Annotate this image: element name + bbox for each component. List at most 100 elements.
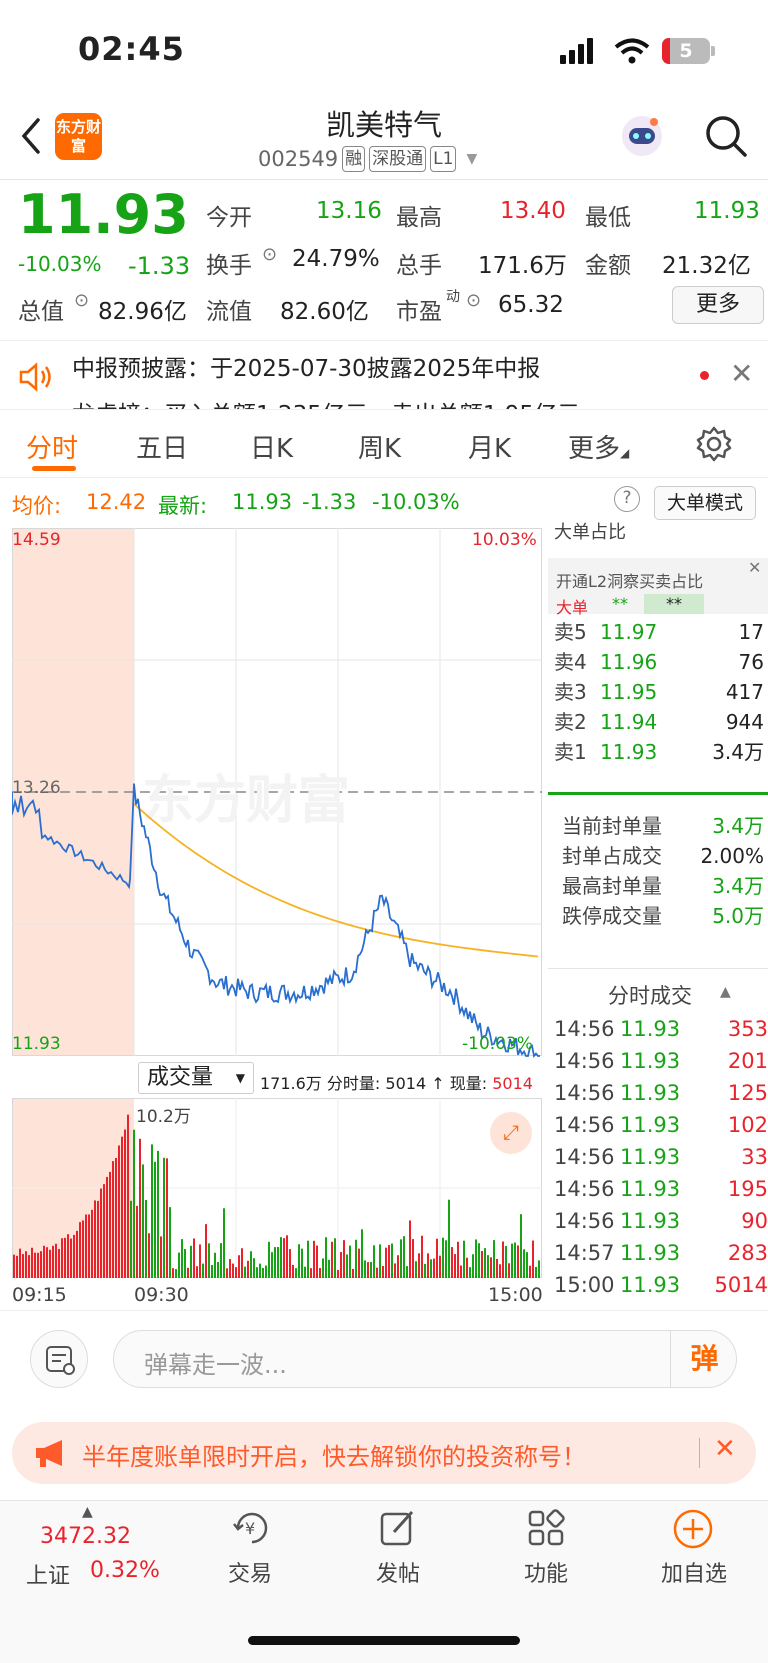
low-label: 最低 xyxy=(585,205,631,231)
volume-bar xyxy=(136,1205,138,1278)
settings-gear-icon[interactable] xyxy=(696,426,732,462)
volume-bar xyxy=(349,1245,351,1278)
tab-weekly[interactable]: 周K xyxy=(358,428,401,465)
index-name[interactable]: 上证 xyxy=(26,1558,70,1590)
sell-level-row[interactable]: 卖2 11.94 944 xyxy=(554,706,764,738)
nav-trade[interactable]: 交易 xyxy=(190,1556,310,1588)
pct-bot-label: -10.03% xyxy=(462,1034,533,1054)
volume-bar xyxy=(526,1252,528,1278)
trade-price: 11.93 xyxy=(620,1273,681,1297)
latest-change: -1.33 xyxy=(302,490,357,514)
danmu-send-button[interactable]: 弹 xyxy=(670,1331,738,1387)
promo-banner[interactable]: 半年度账单限时开启，快去解锁你的投资称号！ ✕ xyxy=(12,1422,756,1484)
trade-price: 11.93 xyxy=(620,1209,681,1233)
intraday-chart[interactable]: 东方财富 14.59 13.26 11.93 10.03% -10.03% xyxy=(11,528,542,1059)
volume-bar xyxy=(298,1244,300,1278)
nav-function[interactable]: 功能 xyxy=(486,1556,606,1588)
volume-summary: 171.6万 分时量: 5014 ↑ 现量: 5014 xyxy=(260,1070,533,1094)
nav-add-watchlist[interactable]: 加自选 xyxy=(634,1556,754,1588)
volume-bar xyxy=(502,1241,504,1278)
volume-bar xyxy=(454,1254,456,1278)
trade-price: 11.93 xyxy=(620,1081,681,1105)
sell-level-row[interactable]: 卖3 11.95 417 xyxy=(554,676,764,708)
trade-volume: 90 xyxy=(741,1209,768,1233)
danmu-placeholder: 弹幕走一波... xyxy=(144,1351,287,1379)
tab-intraday[interactable]: 分时 xyxy=(26,428,78,465)
volume-bar xyxy=(46,1247,48,1278)
volume-bar xyxy=(25,1251,27,1278)
promo-divider xyxy=(699,1438,700,1468)
function-grid-icon[interactable] xyxy=(526,1508,566,1548)
trade-volume: 102 xyxy=(727,1113,768,1137)
big-order-mode-button[interactable]: 大单模式 xyxy=(654,486,756,520)
volume-bar xyxy=(94,1200,96,1278)
tab-more[interactable]: 更多◢ xyxy=(568,428,629,465)
volume-bar xyxy=(418,1253,420,1278)
help-icon[interactable]: ? xyxy=(614,486,640,512)
y-mid-label: 13.26 xyxy=(12,778,61,798)
volume-bar xyxy=(316,1245,318,1278)
mcap-info-icon[interactable]: ⊙ xyxy=(74,290,89,311)
volume-bar xyxy=(460,1265,462,1278)
tab-daily[interactable]: 日K xyxy=(250,428,293,465)
latest-label: 最新: xyxy=(158,494,208,518)
add-favorite-plus-icon[interactable] xyxy=(672,1508,714,1550)
sell-label: 卖5 xyxy=(554,620,587,644)
home-indicator xyxy=(248,1636,520,1645)
l2-label-1: ** xyxy=(612,594,628,613)
volume-bar xyxy=(520,1214,522,1278)
turnover-value: 24.79% xyxy=(292,246,380,272)
notice-banner[interactable]: 中报预披露：于2025-07-30披露2025年中报 龙虎榜：买入总额1.235… xyxy=(0,340,768,410)
volume-bar xyxy=(352,1268,354,1278)
tab-5day[interactable]: 五日 xyxy=(136,428,188,465)
l2-text: 开通L2洞察买卖占比 xyxy=(556,572,704,591)
tab-monthly[interactable]: 月K xyxy=(468,428,511,465)
expand-icon[interactable]: ⤢ xyxy=(490,1112,532,1154)
search-icon[interactable] xyxy=(704,114,748,158)
volume-bar xyxy=(184,1249,186,1278)
l2-promo[interactable]: 开通L2洞察买卖占比 大单 ** ** ✕ xyxy=(548,558,768,617)
indicator-select[interactable]: 成交量 ▼ xyxy=(138,1062,254,1094)
info-dots-icon[interactable]: ⊙ xyxy=(262,244,277,265)
l2-close-icon[interactable]: ✕ xyxy=(748,558,761,577)
danmu-input[interactable]: 弹幕走一波... 弹 xyxy=(113,1330,737,1388)
volume-bar xyxy=(532,1240,534,1278)
volume-bar xyxy=(472,1254,474,1278)
nav-post[interactable]: 发帖 xyxy=(338,1556,458,1588)
post-edit-icon[interactable] xyxy=(378,1508,418,1548)
volume-bar xyxy=(421,1235,423,1278)
sell-level-row[interactable]: 卖5 11.97 17 xyxy=(554,616,764,648)
stock-code-row[interactable]: 002549 融 深股通 L1 ▼ xyxy=(258,146,477,172)
more-button[interactable]: 更多 xyxy=(672,286,764,324)
trade-yen-icon[interactable]: ¥ xyxy=(230,1508,274,1548)
trade-row: 14:57 11.93 283 xyxy=(554,1236,768,1270)
volume-bar xyxy=(91,1209,93,1278)
volume-bar xyxy=(55,1243,57,1278)
volume-bar xyxy=(28,1255,30,1278)
promo-close-icon[interactable]: ✕ xyxy=(714,1434,736,1464)
dropdown-caret-icon: ▼ xyxy=(466,151,478,167)
vol-peak-label: 10.2万 xyxy=(136,1107,191,1127)
volume-bar xyxy=(70,1238,72,1278)
danmu-settings-icon[interactable] xyxy=(30,1330,88,1388)
volume-bar xyxy=(133,1129,135,1278)
index-pct[interactable]: 0.32% xyxy=(90,1558,160,1583)
volume-bar xyxy=(115,1157,117,1278)
trade-time: 15:00 xyxy=(554,1273,615,1297)
volume-bar xyxy=(451,1247,453,1278)
sell-level-row[interactable]: 卖4 11.96 76 xyxy=(554,646,764,678)
danmu-settings-svg xyxy=(46,1346,75,1375)
index-value[interactable]: 3472.32 xyxy=(40,1524,131,1549)
volume-bar xyxy=(424,1263,426,1278)
volume-bar xyxy=(124,1129,126,1278)
robot-assistant-icon[interactable] xyxy=(618,112,666,160)
volume-bar xyxy=(202,1263,204,1278)
trades-title[interactable]: 分时成交 xyxy=(608,980,692,1010)
volume-chart[interactable]: 10.2万 ⤢ xyxy=(12,1098,542,1280)
sell-level-row[interactable]: 卖1 11.93 3.4万 xyxy=(554,736,764,768)
close-icon[interactable]: ✕ xyxy=(730,357,753,390)
divider xyxy=(548,968,768,969)
latest-value: 11.93 xyxy=(232,490,293,514)
pe-info-icon[interactable]: ⊙ xyxy=(466,290,481,311)
sell-volume: 3.4万 xyxy=(712,740,764,764)
